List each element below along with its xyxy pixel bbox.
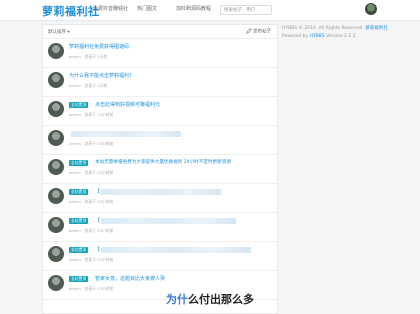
topic-meta: admin · 发表于 23小时前 (69, 257, 114, 262)
pinned-badge: 全站置顶 (69, 247, 89, 253)
search-input[interactable]: 搜索帖子、用户 (220, 5, 272, 15)
author-avatar[interactable] (48, 130, 64, 146)
author-avatar[interactable] (48, 188, 64, 204)
topic-title[interactable]: 为什么我不能点击萝莉福利? (69, 72, 132, 80)
author-avatar[interactable] (48, 101, 64, 117)
author-avatar[interactable] (48, 217, 64, 233)
topic-meta: admin · 发表于 23小时前 (69, 199, 114, 204)
author-avatar[interactable] (48, 246, 64, 262)
topic-meta: admin · 发表于 1天前 (69, 54, 108, 59)
nav-item-3[interactable]: 加红刷源码教程 (176, 5, 211, 12)
author-avatar[interactable] (48, 275, 64, 291)
topic-row[interactable]: 萝莉福利社免费获得图速码 admin · 发表于 1天前 (43, 39, 277, 68)
topic-meta: admin · 发表于 23小时前 (69, 228, 114, 233)
post-topic-button[interactable]: 发布帖子 (245, 28, 271, 35)
topic-title[interactable]: 管家女孩，这题目比大家被人哭 (95, 275, 165, 283)
pinned-badge: 全站置顶 (69, 218, 89, 224)
sidebar-footer: HYBBS © 2016. All Rights Reserved. 萝莉福利社… (282, 25, 388, 41)
topic-meta: admin · 发表于 1天前 (69, 83, 108, 88)
topic-title[interactable]: 【 (95, 217, 100, 225)
nav-item-1[interactable]: 免费抖音赚钱社 (93, 5, 128, 12)
pinned-badge: 全站置顶 (69, 102, 89, 108)
topic-row[interactable]: 全站置顶 本站无需举报免费为大家提供大量优质福利 24小时不定时更新资源 adm… (43, 155, 277, 184)
topic-title[interactable]: 【 (95, 246, 100, 254)
topic-title[interactable]: 点击此得到好视频可赚福利元 (95, 101, 160, 109)
site-link[interactable]: 萝莉福利社 (365, 26, 388, 31)
topic-meta: admin · 发表于 23小时前 (69, 170, 114, 175)
topic-row[interactable]: admin · 发表于 23小时前 (43, 126, 277, 155)
nav-item-2[interactable]: 热门图文 (137, 5, 157, 12)
user-avatar[interactable] (365, 3, 377, 15)
topic-list-panel: 默认排序 ▾ 发布帖子 萝莉福利社免费获得图速码 admin · 发表于 1天前… (42, 24, 278, 314)
redacted-title (101, 247, 251, 253)
hybbs-link[interactable]: HYBBS (310, 34, 325, 39)
powered-by-text: Powered by (282, 34, 309, 39)
topic-row[interactable]: 全站置顶 【 admin · 发表于 23小时前 (43, 184, 277, 213)
topic-meta: admin · 发表于 23小时前 (69, 112, 114, 117)
pinned-badge: 全站置顶 (69, 276, 89, 282)
topic-meta: admin · 发表于 23小时前 (69, 286, 114, 291)
pinned-badge: 全站置顶 (69, 189, 89, 195)
topic-row[interactable]: 为什么我不能点击萝莉福利? admin · 发表于 1天前 (43, 68, 277, 97)
redacted-title (101, 218, 236, 224)
author-avatar[interactable] (48, 72, 64, 88)
topic-row[interactable]: 全站置顶 点击此得到好视频可赚福利元 admin · 发表于 23小时前 (43, 97, 277, 126)
pencil-icon (245, 28, 252, 34)
pinned-badge: 全站置顶 (69, 160, 89, 166)
topic-meta: admin · 发表于 23小时前 (69, 141, 114, 146)
redacted-title (101, 189, 221, 195)
author-avatar[interactable] (48, 159, 64, 175)
topic-title[interactable]: 【 (95, 188, 100, 196)
version-text: Version 2.1.3 (326, 34, 356, 39)
overlay-watermark-text: 为什么付出那么多 (166, 293, 254, 306)
topic-title[interactable]: 本站无需举报免费为大家提供大量优质福利 24小时不定时更新资源 (95, 159, 231, 167)
topic-row[interactable]: 全站置顶 【 admin · 发表于 23小时前 (43, 242, 277, 271)
site-logo[interactable]: 萝莉福利社 (42, 3, 100, 19)
topic-row[interactable]: 全站置顶 【 admin · 发表于 23小时前 (43, 213, 277, 242)
author-avatar[interactable] (48, 43, 64, 59)
sort-dropdown[interactable]: 默认排序 ▾ (48, 29, 70, 35)
panel-header: 默认排序 ▾ 发布帖子 (43, 25, 277, 39)
redacted-title (71, 131, 181, 137)
top-navbar: 萝莉福利社 免费抖音赚钱社 热门图文 加红刷源码教程 搜索帖子、用户 (0, 0, 420, 21)
topic-title[interactable]: 萝莉福利社免费获得图速码 (69, 43, 129, 51)
copyright-text: HYBBS © 2016. All Rights Reserved. (282, 26, 364, 31)
